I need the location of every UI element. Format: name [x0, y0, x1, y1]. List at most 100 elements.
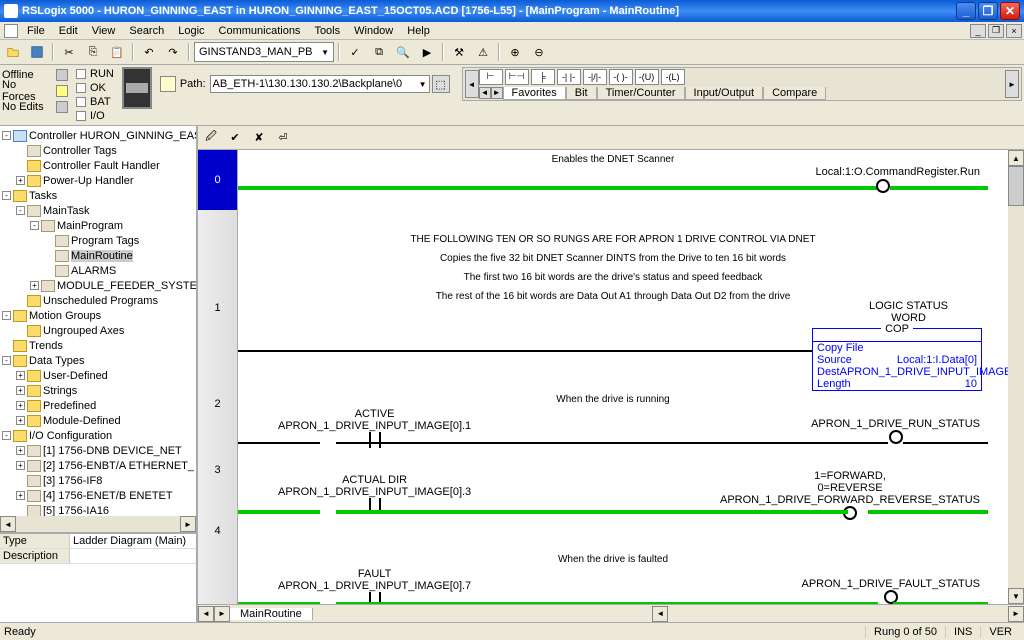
finalize-button[interactable]: ⏎	[272, 128, 294, 148]
tree-node[interactable]: [5] 1756-IA16	[2, 503, 194, 516]
tree-label[interactable]: Controller Fault Handler	[43, 160, 160, 172]
tab-bit[interactable]: Bit	[566, 87, 597, 100]
tree-toggle[interactable]: -	[30, 221, 39, 230]
redo-button[interactable]: ↷	[162, 42, 184, 62]
tree-toggle[interactable]: +	[16, 416, 25, 425]
tree-node[interactable]: [3] 1756-IF8	[2, 473, 194, 488]
tree-toggle[interactable]: -	[2, 191, 11, 200]
tree-node[interactable]: -Data Types	[2, 353, 194, 368]
accept-button[interactable]: ✔	[224, 128, 246, 148]
rung-3[interactable]: 3	[198, 462, 237, 478]
tree-node[interactable]: +Predefined	[2, 398, 194, 413]
tree-node[interactable]: Trends	[2, 338, 194, 353]
tree-node[interactable]: + Module-Defined	[2, 413, 194, 428]
otu-button[interactable]: -(U)	[635, 69, 659, 85]
tree-label[interactable]: [3] 1756-IF8	[43, 475, 102, 487]
tree-node[interactable]: -Tasks	[2, 188, 194, 203]
tree-node[interactable]: +[4] 1756-ENET/B ENETET	[2, 488, 194, 503]
rung-0[interactable]: 0	[198, 150, 237, 210]
menu-search[interactable]: Search	[122, 25, 171, 37]
tree-toggle[interactable]: +	[16, 461, 25, 470]
tree-label[interactable]: [1] 1756-DNB DEVICE_NET	[43, 445, 182, 457]
zoom-out-button[interactable]: ⊖	[528, 42, 550, 62]
project-tree[interactable]: -Controller HURON_GINNING_EASController …	[0, 126, 196, 516]
save-button[interactable]	[26, 42, 48, 62]
zoom-in-button[interactable]: ⊕	[504, 42, 526, 62]
tab-mainroutine[interactable]: MainRoutine	[230, 608, 313, 620]
close-button[interactable]: ✕	[1000, 2, 1020, 20]
tree-label[interactable]: Strings	[43, 385, 77, 397]
tree-label[interactable]: [5] 1756-IA16	[43, 505, 109, 517]
tab-favorites[interactable]: Favorites	[503, 87, 566, 100]
rung-button[interactable]: ⊢	[479, 69, 503, 85]
tree-toggle[interactable]: +	[16, 176, 25, 185]
go-button[interactable]: ▶	[416, 42, 438, 62]
tree-node[interactable]: Unscheduled Programs	[2, 293, 194, 308]
tabs-next-button[interactable]: ►	[491, 87, 503, 99]
menu-view[interactable]: View	[85, 25, 123, 37]
tree-label[interactable]: MainProgram	[57, 220, 123, 232]
ladder-view[interactable]: Enables the DNET Scanner Local:1:O.Comma…	[238, 150, 1008, 604]
tree-node[interactable]: MainRoutine	[2, 248, 194, 263]
tree-toggle[interactable]: -	[2, 431, 11, 440]
tree-node[interactable]: -Motion Groups	[2, 308, 194, 323]
mdi-minimize-button[interactable]: _	[970, 24, 986, 38]
tree-node[interactable]: Controller Tags	[2, 143, 194, 158]
path-input[interactable]: AB_ETH-1\130.130.130.2\Backplane\0▼	[210, 75, 430, 93]
edit-rung-button[interactable]: 🖉	[200, 128, 222, 148]
tree-label[interactable]: MainRoutine	[71, 250, 133, 262]
build-button[interactable]: ⚒	[448, 42, 470, 62]
tree-label[interactable]: Module-Defined	[43, 415, 121, 427]
tree-node[interactable]: Ungrouped Axes	[2, 323, 194, 338]
tree-label[interactable]: Controller HURON_GINNING_EAS	[29, 130, 196, 142]
tree-node[interactable]: -MainTask	[2, 203, 194, 218]
tree-toggle[interactable]: +	[16, 386, 25, 395]
tree-label[interactable]: User-Defined	[43, 370, 108, 382]
tree-label[interactable]: Trends	[29, 340, 63, 352]
xic-instruction[interactable]: FAULT APRON_1_DRIVE_INPUT_IMAGE[0].7	[278, 568, 471, 604]
menu-help[interactable]: Help	[400, 25, 437, 37]
tree-node[interactable]: - I/O Configuration	[2, 428, 194, 443]
tree-node[interactable]: - MainProgram	[2, 218, 194, 233]
menu-window[interactable]: Window	[347, 25, 400, 37]
keyswitch[interactable]	[122, 67, 152, 109]
tree-toggle[interactable]: -	[2, 356, 11, 365]
routine-selector[interactable]: GINSTAND3_MAN_PB ▼	[194, 42, 334, 62]
paste-button[interactable]: 📋	[106, 42, 128, 62]
xic-instruction[interactable]: ACTIVE APRON_1_DRIVE_INPUT_IMAGE[0].1	[278, 408, 471, 451]
elements-next-button[interactable]: ►	[1005, 70, 1019, 98]
scroll-up-button[interactable]: ▲	[1008, 150, 1024, 166]
undo-button[interactable]: ↶	[138, 42, 160, 62]
tree-label[interactable]: Predefined	[43, 400, 96, 412]
tab-compare[interactable]: Compare	[763, 87, 826, 100]
ote-instruction[interactable]: APRON_1_DRIVE_FAULT_STATUS	[802, 578, 981, 604]
minimize-button[interactable]: _	[956, 2, 976, 20]
ote-button[interactable]: -( )-	[609, 69, 633, 85]
xref-button[interactable]: ⧉	[368, 42, 390, 62]
cancel-button[interactable]: ✘	[248, 128, 270, 148]
editor-vscroll[interactable]: ▲ ▼	[1008, 150, 1024, 604]
tree-node[interactable]: +[1] 1756-DNB DEVICE_NET	[2, 443, 194, 458]
tree-toggle[interactable]: +	[16, 491, 25, 500]
menu-edit[interactable]: Edit	[52, 25, 85, 37]
tree-label[interactable]: Controller Tags	[43, 145, 117, 157]
tabs-prev-button[interactable]: ◄	[479, 87, 491, 99]
tab-prev-button[interactable]: ◄	[198, 606, 214, 622]
hscroll-right-button[interactable]: ►	[1008, 606, 1024, 622]
tree-node[interactable]: -Controller HURON_GINNING_EAS	[2, 128, 194, 143]
scroll-right-button[interactable]: ►	[180, 516, 196, 532]
maximize-button[interactable]: ❐	[978, 2, 998, 20]
tree-label[interactable]: Power-Up Handler	[43, 175, 133, 187]
cop-instruction[interactable]: COP Copy File SourceLocal:1:I.Data[0] De…	[812, 328, 982, 391]
tree-node[interactable]: ALARMS	[2, 263, 194, 278]
tree-label[interactable]: I/O Configuration	[29, 430, 112, 442]
tree-label[interactable]: Program Tags	[71, 235, 139, 247]
tab-io[interactable]: Input/Output	[685, 87, 764, 100]
menu-tools[interactable]: Tools	[307, 25, 347, 37]
tab-next-button[interactable]: ►	[214, 606, 230, 622]
menu-communications[interactable]: Communications	[212, 25, 308, 37]
ote-instruction[interactable]: 1=FORWARD, 0=REVERSE APRON_1_DRIVE_FORWA…	[720, 470, 980, 523]
mdi-restore-button[interactable]: ❐	[988, 24, 1004, 38]
open-button[interactable]	[2, 42, 24, 62]
tree-hscroll[interactable]: ◄ ►	[0, 516, 196, 532]
